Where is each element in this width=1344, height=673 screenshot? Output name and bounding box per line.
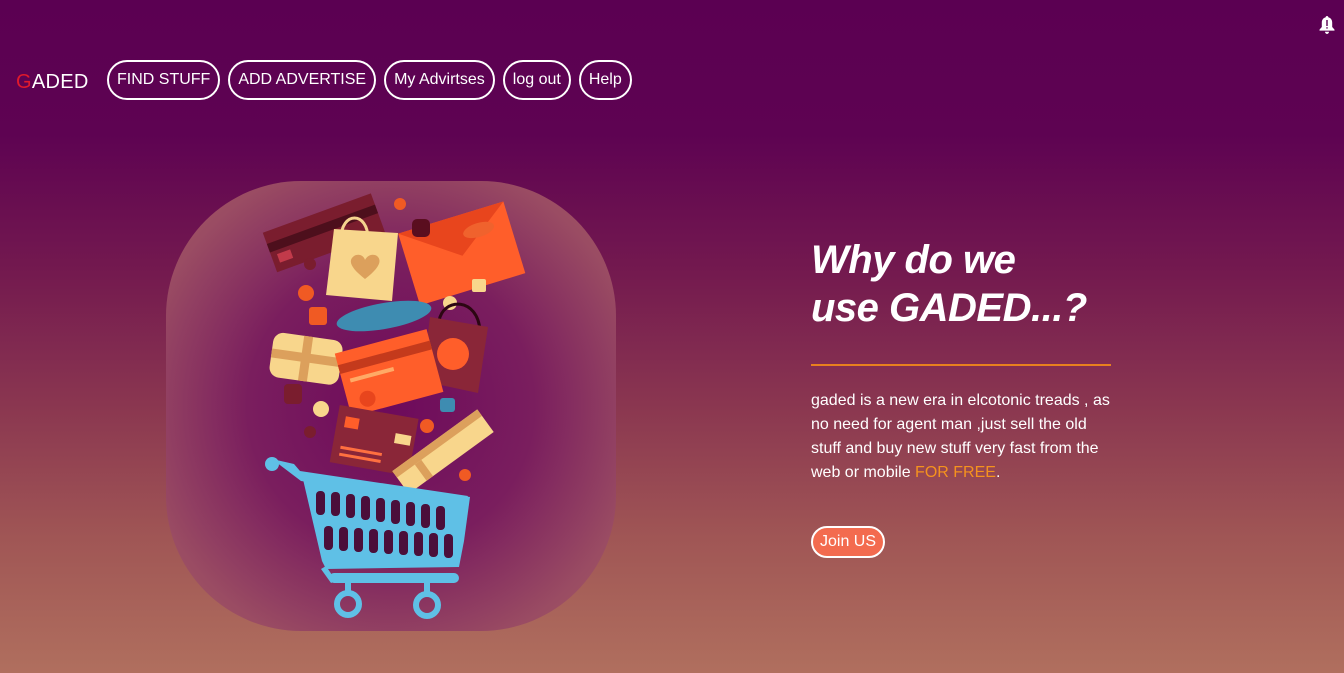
hero-heading: Why do we use GADED...? [811, 236, 1087, 332]
shopping-cart-icon [262, 193, 526, 619]
nav-add-advertise[interactable]: ADD ADVERTISE [228, 60, 377, 100]
brand-logo-initial: G [16, 71, 32, 93]
hero-heading-line1: Why do we [811, 238, 1016, 282]
shopping-illustration [166, 181, 616, 631]
nav-help[interactable]: Help [578, 60, 632, 100]
bell-icon[interactable] [1318, 15, 1336, 35]
heading-divider [811, 364, 1111, 366]
nav-find-stuff[interactable]: FIND STUFF [107, 60, 221, 100]
nav-log-out[interactable]: log out [502, 60, 571, 100]
join-us-button[interactable]: Join US [811, 526, 886, 558]
hero-description-end: . [995, 464, 1001, 481]
main-nav: FIND STUFF ADD ADVERTISE My Advirtses lo… [107, 60, 632, 100]
hero-description: gaded is a new era in elcotonic treads ,… [811, 389, 1121, 485]
hero-heading-line2: use GADED...? [811, 286, 1087, 330]
brand-logo[interactable]: GADED [16, 71, 89, 94]
hero-free-highlight: FOR FREE [915, 464, 996, 481]
nav-my-advirtses[interactable]: My Advirtses [384, 60, 495, 100]
brand-logo-text: ADED [31, 71, 89, 93]
